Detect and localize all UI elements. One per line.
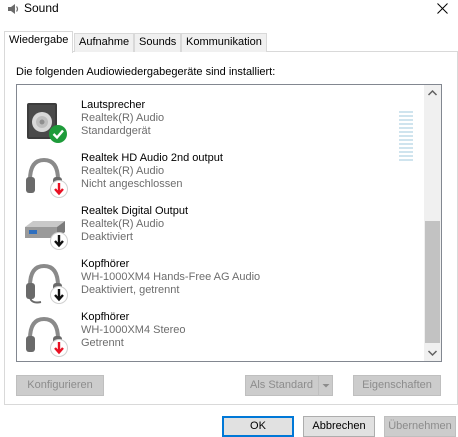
list-item[interactable]: Kopfhörer WH-1000XM4 Hands-Free AG Audio… (17, 256, 423, 309)
device-name: Kopfhörer (81, 258, 130, 270)
title-bar: Sound (0, 0, 458, 20)
device-driver: Realtek(R) Audio (81, 218, 165, 230)
red-down-arrow-icon (50, 339, 68, 357)
list-item[interactable]: Realtek Digital Output Realtek(R) Audio … (17, 203, 423, 256)
chevron-down-icon (427, 350, 438, 357)
cancel-button[interactable]: Abbrechen (303, 416, 375, 437)
green-check-icon (49, 125, 67, 143)
properties-button[interactable]: Eigenschaften (353, 375, 441, 396)
device-name: Realtek HD Audio 2nd output (81, 152, 223, 164)
close-icon (437, 3, 448, 14)
set-default-dropdown-arrow[interactable] (318, 376, 332, 395)
ok-button[interactable]: OK (222, 416, 294, 437)
device-name: Kopfhörer (81, 311, 130, 323)
device-status: Standardgerät (81, 125, 151, 137)
device-driver: WH-1000XM4 Stereo (81, 324, 186, 336)
intro-text: Die folgenden Audiowiedergabegeräte sind… (16, 66, 276, 78)
list-item[interactable]: Lautsprecher Realtek(R) Audio Standardge… (17, 97, 423, 161)
device-status: Getrennt (81, 337, 124, 349)
tab-wiedergabe[interactable]: Wiedergabe (4, 31, 74, 53)
device-status: Deaktiviert, getrennt (81, 284, 180, 296)
device-list[interactable]: Lautsprecher Realtek(R) Audio Standardge… (16, 84, 442, 362)
chevron-up-icon (427, 89, 438, 96)
chevron-down-icon (322, 384, 330, 388)
headphones-icon (21, 154, 71, 200)
tab-sounds[interactable]: Sounds (134, 33, 182, 52)
black-down-arrow-icon (50, 232, 68, 250)
headset-icon (21, 260, 71, 306)
device-name: Lautsprecher (81, 99, 146, 111)
configure-button[interactable]: Konfigurieren (16, 375, 104, 396)
device-driver: Realtek(R) Audio (81, 112, 165, 124)
scroll-down-button[interactable] (424, 344, 441, 361)
device-driver: WH-1000XM4 Hands-Free AG Audio (81, 271, 261, 283)
tab-kommunikation[interactable]: Kommunikation (181, 33, 267, 52)
list-item[interactable]: Kopfhörer WH-1000XM4 Stereo Getrennt (17, 309, 423, 361)
digital-output-icon (21, 207, 71, 253)
partial-list-item (21, 85, 71, 89)
headphones-icon (21, 313, 71, 359)
device-status: Deaktiviert (81, 231, 133, 243)
scroll-thumb[interactable] (425, 221, 440, 343)
red-down-arrow-icon (50, 180, 68, 198)
device-driver: Realtek(R) Audio (81, 165, 165, 177)
device-name: Realtek Digital Output (81, 205, 188, 217)
speaker-icon (6, 2, 20, 16)
tab-strip: Wiedergabe Aufnahme Sounds Kommunikation (4, 31, 458, 53)
black-down-arrow-icon (50, 286, 68, 304)
close-button[interactable] (428, 0, 458, 20)
apply-button[interactable]: Übernehmen (384, 416, 456, 437)
tab-aufnahme[interactable]: Aufnahme (74, 33, 135, 52)
speaker-device-icon (21, 101, 71, 147)
list-item[interactable]: Realtek HD Audio 2nd output Realtek(R) A… (17, 150, 423, 203)
list-scrollbar[interactable] (424, 85, 441, 361)
set-default-label: Als Standard (250, 379, 313, 391)
scroll-up-button[interactable] (424, 85, 441, 102)
set-default-button[interactable]: Als Standard (245, 375, 333, 396)
device-status: Nicht angeschlossen (81, 178, 183, 190)
window-title: Sound (24, 1, 59, 15)
